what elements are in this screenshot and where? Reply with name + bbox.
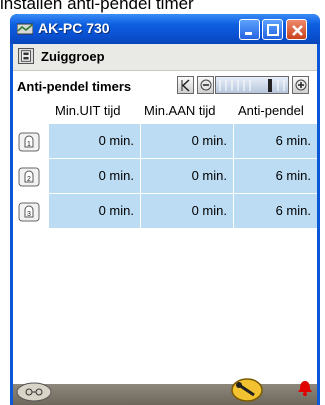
close-button[interactable] bbox=[286, 19, 307, 40]
table-row: 2 0 min. 0 min. 6 min. bbox=[13, 159, 317, 193]
wrench-icon[interactable] bbox=[230, 377, 264, 403]
table-row: 3 0 min. 0 min. 6 min. bbox=[13, 194, 317, 228]
cell-anti-pendel[interactable]: 6 min. bbox=[234, 159, 317, 193]
header-min-uit: Min.UIT tijd bbox=[55, 103, 121, 118]
maximize-icon bbox=[267, 24, 279, 36]
cell-min-aan[interactable]: 0 min. bbox=[141, 124, 233, 158]
caption-text: installen anti-pendel timer bbox=[0, 0, 194, 13]
bottom-toolbar bbox=[13, 378, 317, 405]
row-index: 3 bbox=[27, 211, 31, 218]
cell-anti-pendel[interactable]: 6 min. bbox=[234, 194, 317, 228]
row-index: 2 bbox=[27, 176, 31, 183]
close-icon bbox=[292, 25, 303, 36]
row-index: 1 bbox=[27, 141, 31, 148]
group-bar[interactable]: Zuiggroep bbox=[13, 44, 317, 71]
cell-min-uit[interactable]: 0 min. bbox=[49, 124, 140, 158]
view-icon[interactable] bbox=[15, 378, 53, 402]
compressor-icon[interactable]: 1 bbox=[18, 132, 40, 152]
controller-icon bbox=[18, 48, 34, 64]
page-slider[interactable] bbox=[215, 76, 289, 94]
app-icon bbox=[17, 23, 33, 35]
window-title: AK-PC 730 bbox=[38, 20, 110, 36]
table-row: 1 0 min. 0 min. 6 min. bbox=[13, 124, 317, 158]
slider-track bbox=[219, 79, 285, 92]
prev-icon bbox=[200, 79, 212, 91]
alarm-bell-icon[interactable] bbox=[298, 380, 312, 396]
prev-page-button[interactable] bbox=[197, 76, 214, 94]
first-page-icon bbox=[181, 79, 190, 92]
first-page-button[interactable] bbox=[177, 76, 194, 94]
app-window: AK-PC 730 Zuiggroep Anti-pendel timers M… bbox=[10, 14, 320, 405]
compressor-icon[interactable]: 3 bbox=[18, 202, 40, 222]
minimize-button[interactable] bbox=[239, 19, 260, 40]
group-label: Zuiggroep bbox=[41, 49, 105, 64]
next-page-button[interactable] bbox=[292, 76, 309, 94]
cell-min-aan[interactable]: 0 min. bbox=[141, 159, 233, 193]
timers-header: Anti-pendel timers bbox=[13, 71, 317, 99]
compressor-icon[interactable]: 2 bbox=[18, 167, 40, 187]
cell-min-uit[interactable]: 0 min. bbox=[49, 159, 140, 193]
cell-min-uit[interactable]: 0 min. bbox=[49, 194, 140, 228]
client-area: Zuiggroep Anti-pendel timers Min.UIT tij… bbox=[13, 44, 317, 405]
minimize-icon bbox=[245, 32, 252, 35]
header-anti-pendel: Anti-pendel bbox=[238, 103, 304, 118]
header-min-aan: Min.AAN tijd bbox=[144, 103, 216, 118]
title-bar[interactable]: AK-PC 730 bbox=[10, 14, 320, 44]
section-title: Anti-pendel timers bbox=[17, 79, 132, 94]
next-icon bbox=[295, 79, 307, 91]
cell-min-aan[interactable]: 0 min. bbox=[141, 194, 233, 228]
maximize-button[interactable] bbox=[262, 19, 283, 40]
cell-anti-pendel[interactable]: 6 min. bbox=[234, 124, 317, 158]
